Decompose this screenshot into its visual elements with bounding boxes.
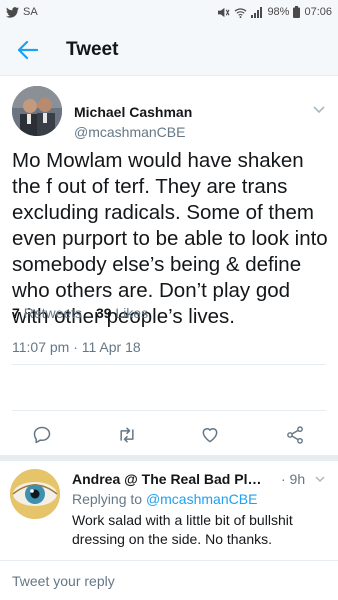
retweets-count: 7 <box>12 305 20 321</box>
back-button[interactable] <box>0 24 56 76</box>
replying-to-prefix: Replying to <box>72 491 143 507</box>
retweets-stat[interactable]: 7 Retweets <box>12 305 82 321</box>
author-name[interactable]: Michael Cashman <box>74 104 192 120</box>
battery-icon <box>293 6 301 18</box>
divider <box>12 410 326 411</box>
page-title: Tweet <box>66 38 119 60</box>
like-button[interactable] <box>198 423 222 447</box>
author-avatar[interactable] <box>12 86 62 136</box>
chevron-down-icon[interactable] <box>314 473 326 485</box>
clock: 07:06 <box>304 6 332 18</box>
likes-stat[interactable]: 39 Likes <box>96 305 148 321</box>
status-bar: SA 98% 07:06 <box>0 0 338 24</box>
compose-bar <box>0 560 338 600</box>
retweet-button[interactable] <box>115 423 139 447</box>
tweet-text: Mo Mowlam would have shaken the f out of… <box>12 149 328 328</box>
reply-icon <box>33 426 51 444</box>
chevron-down-icon[interactable] <box>312 102 326 116</box>
reply-avatar[interactable] <box>10 469 60 519</box>
reply-button[interactable] <box>30 423 54 447</box>
reply-time: · 9h <box>281 471 306 487</box>
carrier-label: SA <box>23 6 38 18</box>
reply-tweet[interactable]: Andrea @ The Real Bad Place ... · 9h Rep… <box>0 461 338 561</box>
reply-input[interactable] <box>12 572 322 589</box>
replying-to-handle[interactable]: @mcashmanCBE <box>146 491 257 507</box>
share-icon <box>287 426 303 444</box>
reply-avatar-image <box>10 469 60 519</box>
heart-icon <box>202 428 218 443</box>
twitter-bird-icon <box>6 6 19 18</box>
divider <box>12 364 326 365</box>
status-left: SA <box>6 6 38 18</box>
battery-percent: 98% <box>267 6 290 18</box>
replying-to: Replying to @mcashmanCBE <box>72 491 257 507</box>
reply-text: Work salad with a little bit of bullshit… <box>72 512 293 547</box>
tweet-stats: 7 Retweets 39 Likes <box>12 305 158 321</box>
author-avatar-image <box>12 86 62 136</box>
tweet-author: Michael Cashman @mcashmanCBE <box>12 86 326 142</box>
retweet-icon <box>120 427 134 443</box>
mute-icon <box>218 7 230 17</box>
app-bar: Tweet <box>0 24 338 76</box>
likes-count: 39 <box>95 305 112 321</box>
status-right: 98% 07:06 <box>217 6 332 18</box>
author-handle[interactable]: @mcashmanCBE <box>74 124 185 140</box>
back-arrow-icon <box>18 40 38 59</box>
signal-icon <box>251 6 263 18</box>
wifi-icon <box>235 7 247 18</box>
tweet-timestamp: 11:07 pm · 11 Apr 18 <box>12 339 141 355</box>
retweets-label: Retweets <box>23 305 83 321</box>
share-button[interactable] <box>283 423 307 447</box>
tweet-actions <box>0 415 338 455</box>
likes-label: Likes <box>115 305 149 321</box>
reply-author-name[interactable]: Andrea @ The Real Bad Place ... <box>72 471 262 487</box>
